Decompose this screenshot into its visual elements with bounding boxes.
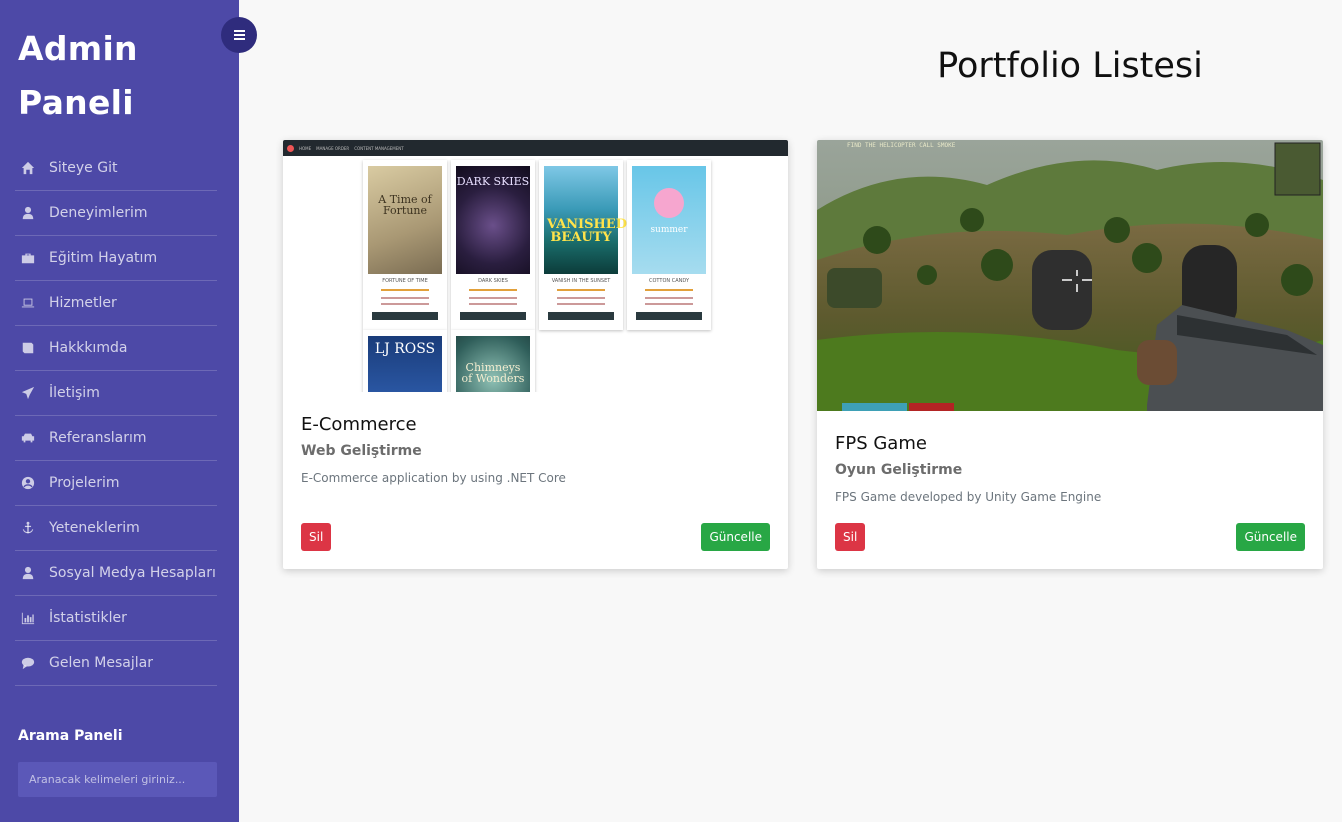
sidebar-item-label: Siteye Git (49, 160, 118, 176)
sidebar-item-istatistikler[interactable]: İstatistikler (15, 596, 217, 641)
sidebar-item-gelen-mesajlar[interactable]: Gelen Mesajlar (15, 641, 217, 686)
sidebar-item-iletisim[interactable]: İletişim (15, 371, 217, 416)
sidebar-item-egitim[interactable]: Eğitim Hayatım (15, 236, 217, 281)
sidebar-item-label: Yeteneklerim (49, 520, 140, 536)
menu-icon (233, 29, 245, 41)
home-icon (17, 161, 39, 175)
sidebar-item-label: Referanslarım (49, 430, 147, 446)
sidebar-item-deneyimlerim[interactable]: Deneyimlerim (15, 191, 217, 236)
card-description: FPS Game developed by Unity Game Engine (835, 490, 1102, 504)
sidebar-item-hizmetler[interactable]: Hizmetler (15, 281, 217, 326)
delete-button[interactable]: Sil (301, 523, 332, 551)
book-icon (17, 341, 39, 355)
update-button[interactable]: Güncelle (701, 523, 770, 551)
sidebar-item-label: İletişim (49, 385, 100, 401)
card-subtitle: Oyun Geliştirme (835, 462, 963, 478)
anchor-icon (17, 521, 39, 535)
portfolio-image-fps-game: FIND THE HELICOPTER CALL SMOKE (817, 140, 1323, 411)
portfolio-card: HOME MANAGE ORDER CONTENT MANAGEMENT A Tim… (283, 140, 788, 569)
search-panel-title: Arama Paneli (18, 728, 123, 744)
sidebar-toggle-button[interactable] (221, 17, 257, 53)
paper-plane-icon (17, 386, 39, 400)
card-title: FPS Game (835, 433, 927, 454)
sidebar-item-projelerim[interactable]: Projelerim (15, 461, 217, 506)
card-title: E-Commerce (301, 414, 417, 435)
sidebar-item-sosyal-medya[interactable]: Sosyal Medya Hesapları (15, 551, 217, 596)
comment-icon (17, 656, 39, 670)
sidebar-item-label: Eğitim Hayatım (49, 250, 158, 266)
sidebar-item-label: Deneyimlerim (49, 205, 148, 221)
sidebar-item-label: Hakkkımda (49, 340, 128, 356)
laptop-icon (17, 296, 39, 310)
car-icon (17, 431, 39, 445)
hud-objective-text: FIND THE HELICOPTER CALL SMOKE (847, 142, 956, 149)
sidebar: Admin Paneli Siteye Git Deneyimlerim Eği… (0, 0, 239, 822)
update-button[interactable]: Güncelle (1236, 523, 1305, 551)
user-circle-icon (17, 476, 39, 490)
brand-title: Admin Paneli (18, 29, 138, 122)
sidebar-item-label: Projelerim (49, 475, 120, 491)
portfolio-card: FIND THE HELICOPTER CALL SMOKE FPS Game … (817, 140, 1323, 569)
user-icon (17, 566, 39, 580)
sidebar-item-label: Sosyal Medya Hesapları (49, 565, 216, 581)
briefcase-icon (17, 251, 39, 265)
sidebar-item-hakkimda[interactable]: Hakkkımda (15, 326, 217, 371)
sidebar-item-yeteneklerim[interactable]: Yeteneklerim (15, 506, 217, 551)
search-input[interactable] (18, 762, 217, 797)
sidebar-item-referanslarim[interactable]: Referanslarım (15, 416, 217, 461)
sidebar-item-label: Hizmetler (49, 295, 117, 311)
portfolio-image-ecommerce: HOME MANAGE ORDER CONTENT MANAGEMENT A Tim… (283, 140, 788, 392)
page-title: Portfolio Listesi (937, 46, 1203, 86)
bar-chart-icon (17, 611, 39, 625)
sidebar-nav: Siteye Git Deneyimlerim Eğitim Hayatım H… (15, 146, 217, 686)
card-description: E-Commerce application by using .NET Cor… (301, 471, 566, 485)
sidebar-item-label: Gelen Mesajlar (49, 655, 153, 671)
user-icon (17, 206, 39, 220)
sidebar-item-siteye-git[interactable]: Siteye Git (15, 146, 217, 191)
sidebar-item-label: İstatistikler (49, 610, 127, 626)
card-subtitle: Web Geliştirme (301, 443, 422, 459)
delete-button[interactable]: Sil (835, 523, 866, 551)
